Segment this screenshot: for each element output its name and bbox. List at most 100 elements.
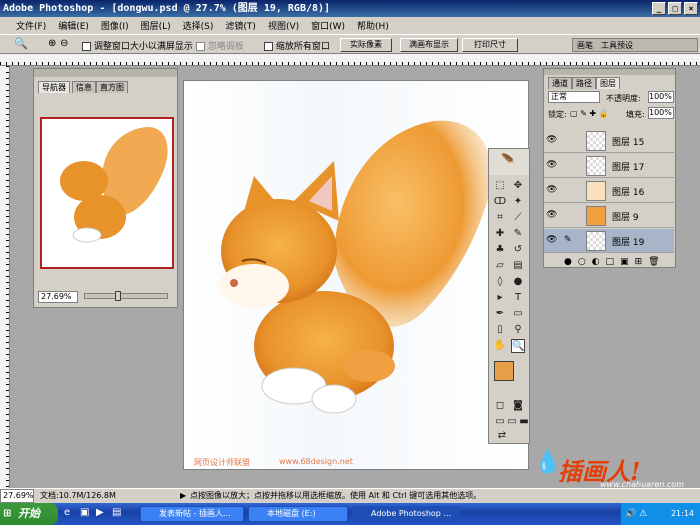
zoom-in-icon[interactable]: ⊕	[48, 38, 56, 49]
lock-icons[interactable]: ▢ ✎ ✚ 🔒	[570, 109, 609, 118]
navigator-slider-thumb[interactable]	[115, 291, 121, 301]
menu-layer[interactable]: 图层(L)	[141, 19, 171, 32]
eye-icon[interactable]: 👁	[546, 185, 557, 195]
layer-row[interactable]: 👁 图层 15	[544, 129, 674, 153]
status-doc-size[interactable]: 文档:10.7M/126.8M	[40, 489, 116, 503]
layer-row[interactable]: 👁 图层 17	[544, 154, 674, 178]
layer-thumbnail	[586, 206, 606, 226]
quickmask-mode-icon[interactable]: ◙	[511, 399, 525, 413]
eye-icon[interactable]: 👁	[546, 160, 557, 170]
zoom-tool-active-icon[interactable]: 🔍	[511, 339, 525, 353]
actual-pixels-button[interactable]: 实际像素	[340, 38, 392, 52]
slice-tool-icon[interactable]: ⟋	[511, 211, 525, 225]
tab-info[interactable]: 信息	[72, 81, 96, 93]
menu-filter[interactable]: 滤镜(T)	[225, 19, 256, 32]
stamp-tool-icon[interactable]: ♣	[493, 243, 507, 257]
status-zoom[interactable]: 27.69%	[0, 489, 34, 503]
menu-select[interactable]: 选择(S)	[183, 19, 214, 32]
menu-edit[interactable]: 编辑(E)	[58, 19, 89, 32]
title-bar: Adobe Photoshop - [dongwu.psd @ 27.7% (图…	[0, 0, 700, 17]
resize-window-checkbox[interactable]	[82, 42, 91, 51]
quicklaunch-ie-icon[interactable]: e	[64, 507, 70, 518]
jump-to-imageready-icon[interactable]: ⇄	[495, 429, 509, 443]
tab-histogram[interactable]: 直方图	[96, 81, 128, 93]
lock-label: 锁定:	[548, 110, 567, 119]
zoom-tool-icon[interactable]: 🔍	[14, 37, 28, 50]
move-tool-icon[interactable]: ✥	[511, 179, 525, 193]
navigator-titlebar[interactable]	[34, 69, 177, 77]
menu-view[interactable]: 视图(V)	[268, 19, 299, 32]
healing-tool-icon[interactable]: ✚	[493, 227, 507, 241]
fill-field[interactable]: 100%	[648, 107, 674, 119]
menu-window[interactable]: 窗口(W)	[311, 19, 345, 32]
navigator-preview[interactable]	[40, 117, 174, 269]
hand-tool-icon[interactable]: ✋	[493, 339, 507, 353]
tab-paths[interactable]: 路径	[572, 77, 596, 89]
status-arrow-icon[interactable]: ▶	[180, 489, 186, 503]
layer-row[interactable]: 👁 图层 16	[544, 179, 674, 203]
well-tab-brushes[interactable]: 画笔	[577, 40, 593, 51]
tab-layers[interactable]: 图层	[596, 77, 620, 89]
zoom-all-option[interactable]: 缩放所有窗口	[264, 39, 330, 52]
navigator-zoom-field[interactable]: 27.69%	[38, 291, 78, 303]
zoom-all-checkbox[interactable]	[264, 42, 273, 51]
navigator-palette: 导航器 信息 直方图 27.69%	[33, 68, 178, 308]
quicklaunch-folder-icon[interactable]: ▤	[112, 507, 121, 518]
dodge-tool-icon[interactable]: ●	[511, 275, 525, 289]
eye-icon[interactable]: 👁	[546, 135, 557, 145]
layer-row-selected[interactable]: 👁 ✎ 图层 19	[544, 229, 674, 253]
screen-mode-3-icon[interactable]: ▬	[517, 415, 531, 429]
marquee-tool-icon[interactable]: ⬚	[493, 179, 507, 193]
layers-footer-icons[interactable]: ●○◐□▣⊞🗑	[564, 257, 666, 267]
type-tool-icon[interactable]: T	[511, 291, 525, 305]
path-select-icon[interactable]: ▸	[493, 291, 507, 305]
menu-file[interactable]: 文件(F)	[16, 19, 46, 32]
ignore-palettes-checkbox[interactable]	[196, 42, 205, 51]
magic-wand-icon[interactable]: ✦	[511, 195, 525, 209]
menu-image[interactable]: 图像(I)	[101, 19, 129, 32]
ignore-palettes-option[interactable]: 忽略调板	[196, 39, 244, 52]
crop-tool-icon[interactable]: ⌗	[493, 211, 507, 225]
tab-navigator[interactable]: 导航器	[38, 81, 70, 93]
tray-icons[interactable]: 🔊 ⚠	[625, 503, 647, 525]
resize-window-option[interactable]: 调整窗口大小以满屏显示	[82, 39, 193, 52]
layers-titlebar[interactable]	[544, 69, 675, 75]
zoom-out-icon[interactable]: ⊖	[60, 38, 68, 49]
menu-help[interactable]: 帮助(H)	[357, 19, 389, 32]
shape-tool-icon[interactable]: ▭	[511, 307, 525, 321]
gradient-tool-icon[interactable]: ▤	[511, 259, 525, 273]
blur-tool-icon[interactable]: ◊	[493, 275, 507, 289]
task-photoshop[interactable]: Adobe Photoshop ...	[352, 506, 460, 522]
eye-icon[interactable]: 👁	[546, 235, 557, 245]
tab-channels[interactable]: 通道	[548, 77, 572, 89]
lasso-tool-icon[interactable]: ↀ	[493, 195, 507, 209]
start-button[interactable]: ⊞ 开始	[0, 503, 58, 525]
task-forum-post[interactable]: 发表新帖 - 插画人...	[140, 506, 244, 522]
opacity-field[interactable]: 100%	[648, 91, 674, 103]
document-canvas[interactable]: 网页设计师联盟 www.68design.net	[183, 80, 529, 470]
eye-icon[interactable]: 👁	[546, 210, 557, 220]
brush-tool-icon[interactable]: ✎	[511, 227, 525, 241]
navigator-thumbnail	[60, 126, 168, 243]
history-brush-icon[interactable]: ↺	[511, 243, 525, 257]
navigator-zoom-slider[interactable]	[84, 291, 168, 301]
minimize-button[interactable]: _	[652, 2, 666, 15]
quicklaunch-media-icon[interactable]: ▶	[96, 507, 104, 518]
task-local-disk[interactable]: 本地磁盘 (E:)	[248, 506, 348, 522]
eraser-tool-icon[interactable]: ▱	[493, 259, 507, 273]
notes-tool-icon[interactable]: ▯	[493, 323, 507, 337]
pen-tool-icon[interactable]: ✒	[493, 307, 507, 321]
maximize-button[interactable]: □	[668, 2, 682, 15]
toolbox: 🪶 ⬚ ✥ ↀ ✦ ⌗ ⟋ ✚ ✎ ♣ ↺ ▱ ▤ ◊ ● ▸ T ✒ ▭ ▯ …	[488, 148, 530, 444]
fill-label: 填充:	[626, 110, 645, 119]
quicklaunch-desktop-icon[interactable]: ▣	[80, 507, 89, 518]
blend-mode-select[interactable]: 正常	[548, 91, 600, 103]
eyedropper-icon[interactable]: ⚲	[511, 323, 525, 337]
foreground-color-swatch[interactable]	[494, 361, 514, 381]
layer-row[interactable]: 👁 图层 9	[544, 204, 674, 228]
print-size-button[interactable]: 打印尺寸	[462, 38, 518, 52]
well-tab-tool-presets[interactable]: 工具预设	[601, 40, 633, 51]
close-button[interactable]: ×	[684, 2, 698, 15]
standard-mode-icon[interactable]: ◻	[493, 399, 507, 413]
fit-screen-button[interactable]: 满画布显示	[400, 38, 458, 52]
